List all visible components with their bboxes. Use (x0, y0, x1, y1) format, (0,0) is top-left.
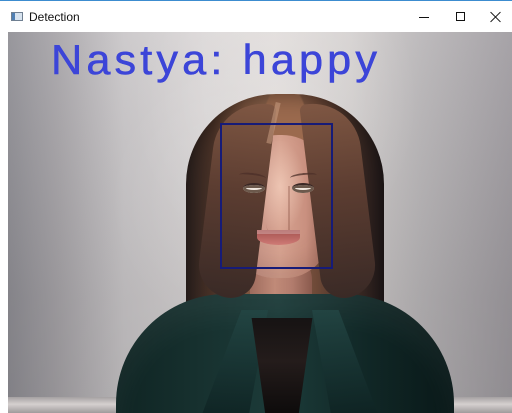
detection-window: Detection Nastya: happy (0, 0, 512, 413)
window-titlebar[interactable]: Detection (0, 1, 512, 32)
app-window-icon (11, 12, 23, 21)
emotion-label: Nastya: happy (51, 36, 382, 83)
minimize-button[interactable] (406, 1, 442, 32)
face-detection-box (220, 123, 333, 269)
window-title: Detection (29, 10, 80, 24)
maximize-button[interactable] (442, 1, 478, 32)
camera-preview: Nastya: happy (8, 32, 512, 413)
close-button[interactable] (478, 1, 512, 32)
minimize-icon (419, 17, 429, 18)
maximize-icon (455, 12, 465, 21)
close-icon (490, 11, 502, 23)
